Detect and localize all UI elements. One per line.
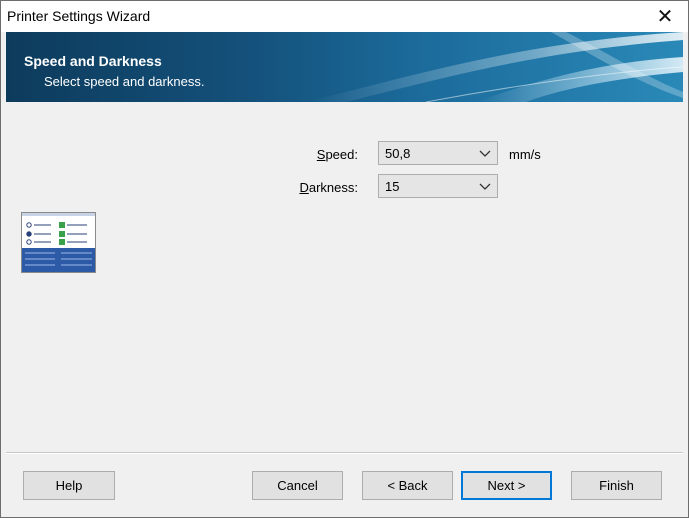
close-icon: ✕ (656, 6, 674, 28)
darkness-label-accelerator: D (299, 180, 309, 195)
title-bar: Printer Settings Wizard ✕ (1, 1, 688, 32)
wizard-window: Printer Settings Wizard ✕ Speed and Dark… (0, 0, 689, 518)
wizard-header-banner: Speed and Darkness Select speed and dark… (6, 32, 683, 102)
banner-subtitle: Select speed and darkness. (44, 74, 205, 89)
settings-checklist-icon (21, 212, 96, 273)
next-button[interactable]: Next > (461, 471, 552, 500)
chevron-down-icon (479, 150, 491, 157)
button-bar-divider (6, 453, 683, 454)
speed-label-text: peed: (325, 147, 358, 162)
darkness-dropdown[interactable]: 15 (378, 174, 498, 198)
back-button[interactable]: < Back (362, 471, 453, 500)
speed-label: Speed: (306, 147, 358, 162)
help-button[interactable]: Help (23, 471, 115, 500)
speed-dropdown[interactable]: 50,8 (378, 141, 498, 165)
speed-unit: mm/s (509, 147, 541, 162)
window-title: Printer Settings Wizard (7, 8, 151, 24)
close-button[interactable]: ✕ (642, 1, 688, 32)
darkness-value: 15 (385, 179, 400, 194)
darkness-label-text: arkness: (308, 180, 358, 195)
banner-title: Speed and Darkness (24, 53, 162, 69)
chevron-down-icon (479, 183, 491, 190)
darkness-label: Darkness: (286, 180, 358, 195)
speed-value: 50,8 (385, 146, 411, 161)
cancel-button[interactable]: Cancel (252, 471, 343, 500)
wizard-content: Speed: 50,8 mm/s Darkness: 15 (6, 102, 683, 453)
finish-button[interactable]: Finish (571, 471, 662, 500)
